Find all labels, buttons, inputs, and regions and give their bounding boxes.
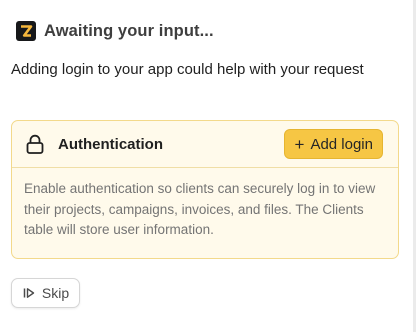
skip-label: Skip <box>41 285 70 301</box>
status-header: Awaiting your input... <box>16 20 214 42</box>
card-header: Authentication + Add login <box>12 121 398 168</box>
skip-button[interactable]: Skip <box>11 278 80 308</box>
status-title: Awaiting your input... <box>44 21 214 40</box>
authentication-card: Authentication + Add login Enable authen… <box>11 120 399 259</box>
skip-forward-icon <box>22 286 36 300</box>
zapier-logo-icon <box>16 21 36 41</box>
add-login-label: Add login <box>310 135 373 153</box>
lock-icon <box>23 132 47 156</box>
plus-icon: + <box>294 134 305 154</box>
card-description: Enable authentication so clients can sec… <box>24 181 376 237</box>
intro-message: Adding login to your app could help with… <box>11 61 364 78</box>
card-title: Authentication <box>58 135 163 153</box>
add-login-button[interactable]: + Add login <box>283 129 383 159</box>
